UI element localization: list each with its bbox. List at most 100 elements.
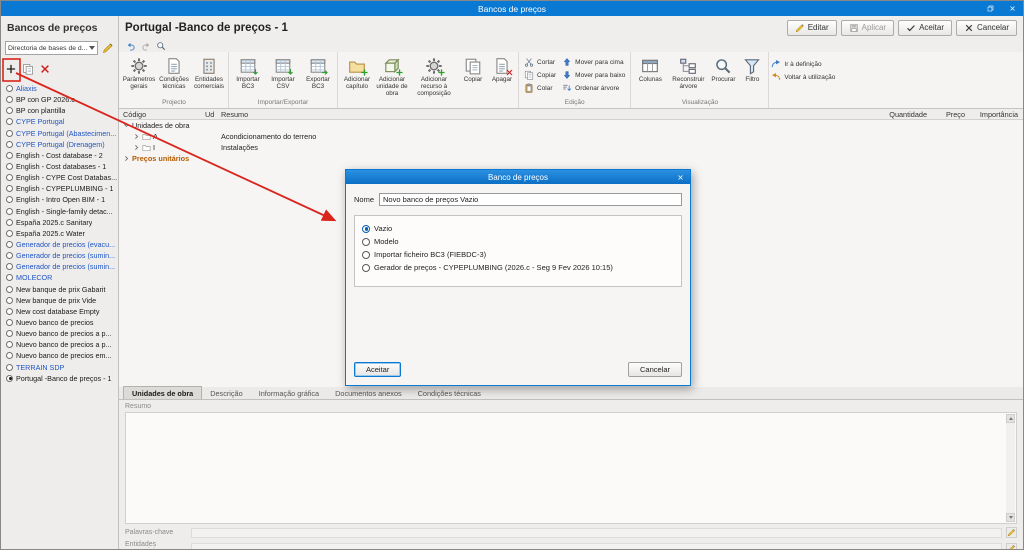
database-list-item[interactable]: TERRAIN SDP	[1, 362, 118, 373]
zoom-button[interactable]	[156, 41, 166, 51]
copiar-small-button[interactable]: Copiar	[524, 69, 556, 81]
dialog-close-button[interactable]	[670, 170, 690, 184]
apagar-button[interactable]: Apagar	[488, 54, 516, 83]
column-importancia[interactable]: Importância	[965, 110, 1023, 119]
database-list-item[interactable]: Generador de precios (sumin...	[1, 250, 118, 261]
column-preco[interactable]: Preço	[927, 110, 965, 119]
restore-window-button[interactable]	[979, 1, 1001, 16]
expander-closed-icon[interactable]	[123, 155, 130, 162]
resumo-textarea[interactable]	[125, 412, 1017, 524]
adicionar-recurso-button[interactable]: Adicionar recurso à composição	[410, 54, 458, 98]
tree-row-chapter[interactable]: I Instalações	[119, 142, 1023, 153]
column-codigo[interactable]: Código	[119, 110, 205, 119]
tree-row-chapter[interactable]: A Acondicionamento do terreno	[119, 131, 1023, 142]
cancel-button[interactable]: Cancelar	[955, 19, 1017, 36]
database-list-item[interactable]: España 2025.c Water	[1, 228, 118, 239]
ir-definicao-button[interactable]: Ir à definição	[771, 58, 835, 70]
ordenar-arvore-button[interactable]: Ordenar árvore	[562, 82, 625, 94]
database-list-item[interactable]: English - Intro Open BIM - 1	[1, 194, 118, 205]
edit-button[interactable]: Editar	[786, 19, 837, 36]
undo-button[interactable]	[126, 41, 136, 51]
tree-row-unidades-de-obra[interactable]: Unidades de obra	[119, 120, 1023, 131]
edit-directory-button[interactable]	[101, 41, 114, 55]
scroll-down-button[interactable]	[1006, 513, 1015, 522]
expander-closed-icon[interactable]	[133, 144, 140, 151]
close-window-button[interactable]	[1001, 1, 1023, 16]
name-input[interactable]	[379, 193, 682, 206]
edit-keywords-button[interactable]	[1006, 527, 1017, 538]
keywords-input[interactable]	[191, 527, 1002, 538]
database-list-item[interactable]: New cost database Empty	[1, 306, 118, 317]
database-list-item[interactable]: CYPE Portugal (Abastecimen...	[1, 128, 118, 139]
database-list-item[interactable]: BP con GP 2026.c	[1, 94, 118, 105]
redo-button[interactable]	[141, 41, 151, 51]
cortar-button[interactable]: Cortar	[524, 56, 556, 68]
database-list-item[interactable]: España 2025.c Sanitary	[1, 217, 118, 228]
edit-entities-button[interactable]	[1006, 542, 1017, 549]
entidades-comerciais-button[interactable]: Entidades comerciais	[192, 54, 226, 90]
database-list-item[interactable]: English - CYPEPLUMBING - 1	[1, 183, 118, 194]
tab-informacao-grafica[interactable]: Informação gráfica	[251, 387, 327, 399]
database-list-item-selected[interactable]: Portugal -Banco de preços - 1	[1, 373, 118, 384]
apply-button[interactable]: Aplicar	[840, 19, 895, 36]
copiar-button[interactable]: Copiar	[459, 54, 487, 83]
database-list-item[interactable]: Generador de precios (sumin...	[1, 261, 118, 272]
column-ud[interactable]: Ud	[205, 110, 221, 119]
database-list-item[interactable]: CYPE Portugal	[1, 116, 118, 127]
dialog-cancel-button[interactable]: Cancelar	[627, 362, 682, 377]
importar-bc3-button[interactable]: Importar BC3	[231, 54, 265, 90]
condicoes-tecnicas-button[interactable]: Condições técnicas	[157, 54, 191, 90]
database-list-item[interactable]: Generador de precios (evacu...	[1, 239, 118, 250]
entities-input[interactable]	[191, 543, 1002, 549]
option-modelo[interactable]: Modelo	[362, 235, 674, 248]
scroll-up-button[interactable]	[1006, 414, 1015, 423]
database-list-item[interactable]: New banque de prix Gabarit	[1, 284, 118, 295]
table-header: Código Ud Resumo Quantidade Preço Import…	[119, 109, 1023, 120]
expander-open-icon[interactable]	[123, 122, 130, 129]
database-list-item[interactable]: English - Single-family detac...	[1, 206, 118, 217]
tab-condicoes-tecnicas[interactable]: Condições técnicas	[410, 387, 489, 399]
parametros-gerais-button[interactable]: Parâmetros gerais	[122, 54, 156, 90]
database-list-item[interactable]: Nuevo banco de precios em...	[1, 350, 118, 361]
tab-unidades-de-obra[interactable]: Unidades de obra	[123, 386, 203, 399]
tree-row-precos-unitarios[interactable]: Preços unitários	[119, 153, 1023, 164]
exportar-bc3-button[interactable]: Exportar BC3	[301, 54, 335, 90]
procurar-button[interactable]: Procurar	[709, 54, 737, 83]
database-list-item[interactable]: MOLECOR	[1, 272, 118, 283]
reconstruir-arvore-button[interactable]: Reconstruir árvore	[668, 54, 708, 90]
column-quantidade[interactable]: Quantidade	[875, 110, 927, 119]
option-vazio[interactable]: Vazio	[362, 222, 674, 235]
adicionar-unidade-obra-button[interactable]: Adicionar unidade de obra	[375, 54, 409, 98]
column-resumo[interactable]: Resumo	[221, 110, 875, 119]
vertical-scrollbar[interactable]	[1006, 414, 1015, 522]
database-list-item[interactable]: New banque de prix Vide	[1, 295, 118, 306]
database-list-item[interactable]: Nuevo banco de precios	[1, 317, 118, 328]
database-list-item[interactable]: CYPE Portugal (Drenagem)	[1, 139, 118, 150]
database-list-item[interactable]: English - Cost databases - 1	[1, 161, 118, 172]
new-database-button[interactable]	[4, 62, 18, 76]
mover-cima-button[interactable]: Mover para cima	[562, 56, 625, 68]
accept-button[interactable]: Aceitar	[898, 19, 952, 36]
voltar-utilizacao-button[interactable]: Voltar à utilização	[771, 71, 835, 83]
filtro-button[interactable]: Filtro	[738, 54, 766, 83]
option-gerador-precos[interactable]: Gerador de preços - CYPEPLUMBING (2026.c…	[362, 261, 674, 274]
copy-database-button[interactable]	[21, 62, 35, 76]
importar-csv-button[interactable]: Importar CSV	[266, 54, 300, 90]
database-list-item[interactable]: English - Cost database - 2	[1, 150, 118, 161]
delete-database-button[interactable]	[38, 62, 52, 76]
database-list-item[interactable]: English - CYPE Cost Databas...	[1, 172, 118, 183]
database-list-item[interactable]: Nuevo banco de precios a p...	[1, 328, 118, 339]
tab-documentos-anexos[interactable]: Documentos anexos	[327, 387, 410, 399]
directory-dropdown[interactable]: Directoria de bases de d...	[5, 41, 99, 55]
dialog-accept-button[interactable]: Aceitar	[354, 362, 402, 377]
option-importar-bc3[interactable]: Importar ficheiro BC3 (FIEBDC-3)	[362, 248, 674, 261]
adicionar-capitulo-button[interactable]: Adicionar capítulo	[340, 54, 374, 90]
colunas-button[interactable]: Colunas	[633, 54, 667, 83]
expander-closed-icon[interactable]	[133, 133, 140, 140]
tab-descricao[interactable]: Descrição	[202, 387, 250, 399]
mover-baixo-button[interactable]: Mover para baixo	[562, 69, 625, 81]
database-list-item[interactable]: Nuevo banco de precios a p...	[1, 339, 118, 350]
database-list-item[interactable]: BP con plantilla	[1, 105, 118, 116]
database-list-item[interactable]: Aliaxis	[1, 83, 118, 94]
colar-button[interactable]: Colar	[524, 82, 556, 94]
